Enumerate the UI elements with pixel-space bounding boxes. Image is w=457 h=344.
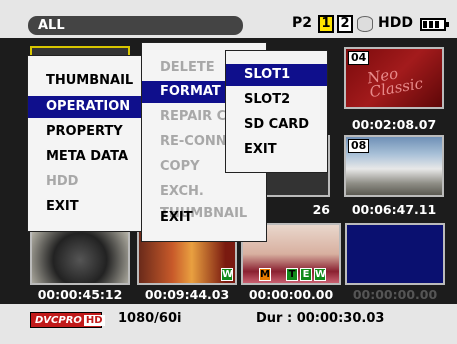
clip-thumb-image <box>30 223 130 285</box>
clip-thumb-image: 08 <box>344 135 444 197</box>
slot1-indicator: 1 <box>318 15 334 33</box>
clip-duration: 00:00:00.00 <box>352 287 438 302</box>
card-label: P2 <box>292 15 313 31</box>
menu-item-slot1[interactable]: SLOT1 <box>226 64 327 86</box>
menu-item-exch-thumbnail: EXCH. THUMBNAIL <box>160 184 248 221</box>
hdd-icon <box>357 16 373 32</box>
clip-thumbnail[interactable]: 00:00:00.00 <box>345 223 445 303</box>
clip-number: 08 <box>348 139 370 153</box>
filter-label[interactable]: ALL <box>28 16 243 35</box>
camera-screen: ALL P2 1 2 HDD 04 Neo Classic 00:02:08.0… <box>0 0 457 344</box>
format-submenu: SLOT1 SLOT2 SD CARD EXIT <box>225 50 328 173</box>
clip-thumbnail[interactable]: 04 Neo Classic 00:02:08.07 <box>344 47 444 137</box>
menu-item-exit[interactable]: EXIT <box>28 196 155 218</box>
clip-duration-total: Dur : 00:00:30.03 <box>256 311 385 326</box>
menu-item-sd-card[interactable]: SD CARD <box>226 114 327 136</box>
clip-duration: 00:00:45:12 <box>37 287 123 302</box>
clip-thumbnail[interactable]: 08 00:06:47.11 <box>344 135 444 225</box>
menu-item-slot2[interactable]: SLOT2 <box>226 89 327 111</box>
menu-item-exit[interactable]: EXIT <box>226 139 327 161</box>
clip-thumb-image <box>345 223 445 285</box>
badge-t: T <box>286 268 298 281</box>
badge-w: W <box>314 268 327 281</box>
badge-w: W <box>221 268 234 281</box>
clip-duration: 00:02:08.07 <box>351 117 437 132</box>
menu-item-exit[interactable]: EXIT <box>142 207 266 229</box>
clip-duration: 00:00:00.00 <box>248 287 334 302</box>
menu-item-meta-data[interactable]: META DATA <box>28 146 155 168</box>
badge-m: M <box>259 268 271 281</box>
battery-icon <box>420 18 449 31</box>
slot2-indicator: 2 <box>337 15 353 33</box>
clip-thumb-image: 04 Neo Classic <box>344 47 444 109</box>
clip-number: 04 <box>348 51 370 65</box>
clip-thumbnail[interactable]: 00:00:45:12 <box>30 223 130 303</box>
clip-duration: 26 <box>312 202 330 217</box>
video-format: 1080/60i <box>118 311 182 326</box>
bottom-status-bar: DVCPRO HD 1080/60i Dur : 00:00:30.03 <box>0 304 457 344</box>
thumb-text: Neo Classic <box>365 64 425 102</box>
top-status-bar: ALL P2 1 2 HDD <box>0 0 457 38</box>
main-menu: THUMBNAIL OPERATION PROPERTY META DATA H… <box>27 55 156 232</box>
codec-badge: DVCPRO HD <box>30 312 105 328</box>
menu-item-operation[interactable]: OPERATION <box>28 96 155 118</box>
clip-duration: 00:06:47.11 <box>351 202 437 217</box>
badge-e: E <box>300 268 312 281</box>
clip-duration: 00:09:44.03 <box>144 287 230 302</box>
menu-item-hdd: HDD <box>28 171 155 193</box>
menu-item-property[interactable]: PROPERTY <box>28 121 155 143</box>
hdd-label: HDD <box>378 15 413 31</box>
menu-item-thumbnail[interactable]: THUMBNAIL <box>28 70 155 92</box>
